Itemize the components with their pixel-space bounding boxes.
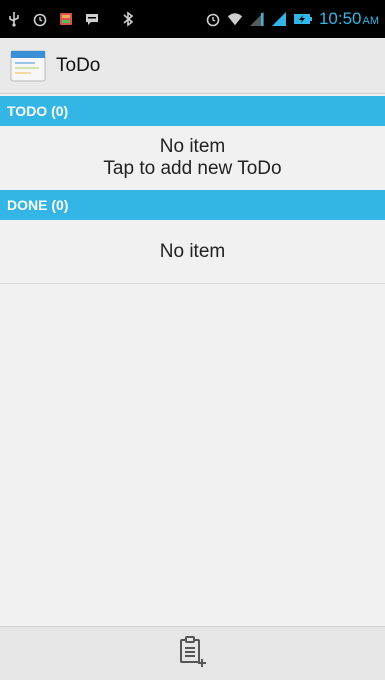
system-icons: 10:50AM <box>205 9 379 29</box>
notification-app-icon <box>58 11 74 27</box>
todo-section-header[interactable]: TODO (0) <box>0 96 385 126</box>
clock: 10:50AM <box>319 9 379 29</box>
done-section-header[interactable]: DONE (0) <box>0 190 385 220</box>
todo-add-hint: Tap to add new ToDo <box>103 158 282 179</box>
battery-charging-icon <box>293 11 313 27</box>
action-bar: ToDo <box>0 38 385 94</box>
add-todo-icon <box>178 635 208 672</box>
add-todo-button[interactable] <box>175 635 211 672</box>
signal-icon <box>249 11 265 27</box>
chat-icon <box>84 11 100 27</box>
todo-app-icon[interactable] <box>10 48 46 84</box>
bottom-action-bar <box>0 626 385 680</box>
signal-icon <box>271 11 287 27</box>
done-empty-item: No item <box>0 220 385 284</box>
status-bar: 10:50AM <box>0 0 385 38</box>
clock-ampm: AM <box>362 15 380 27</box>
alarm-icon <box>32 11 48 27</box>
done-empty-text: No item <box>159 240 226 262</box>
todo-empty-item[interactable]: No item Tap to add new ToDo <box>0 126 385 190</box>
bluetooth-icon <box>120 11 136 27</box>
clock-time: 10:50 <box>318 9 362 28</box>
usb-icon <box>6 11 22 27</box>
page-title: ToDo <box>56 54 101 76</box>
notification-icons <box>6 11 136 27</box>
todo-empty-text: No item <box>159 136 226 157</box>
wifi-icon <box>227 11 243 27</box>
todo-screen: 10:50AM ToDo TODO (0) No item Tap to add… <box>0 0 385 680</box>
alarm-icon <box>205 11 221 27</box>
